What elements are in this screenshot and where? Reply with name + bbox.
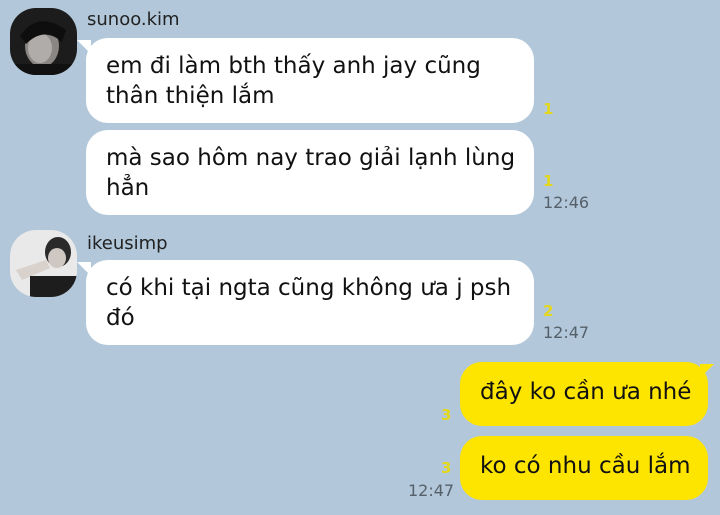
unread-count: 2 — [543, 302, 554, 320]
sunoo-avatar[interactable] — [10, 8, 77, 75]
ikeusimp-avatar[interactable] — [10, 230, 77, 297]
message-text: có khi tại ngta cũng không ưa j psh đó — [106, 275, 512, 331]
unread-count: 1 — [543, 100, 554, 118]
unread-count: 3 — [441, 459, 452, 477]
message-text: đây ko cần ưa nhé — [480, 379, 692, 405]
message-bubble[interactable]: đây ko cần ưa nhé — [460, 362, 708, 426]
sender-name: ikeusimp — [87, 233, 168, 254]
unread-count: 1 — [543, 172, 554, 190]
profile-photo-icon — [10, 230, 77, 297]
message-bubble[interactable]: ko có nhu cầu lắm — [460, 436, 708, 500]
message-bubble[interactable]: có khi tại ngta cũng không ưa j psh đó — [86, 260, 534, 345]
message-bubble[interactable]: mà sao hôm nay trao giải lạnh lùng hẳn — [86, 130, 534, 215]
profile-photo-icon — [10, 8, 77, 75]
unread-count: 3 — [441, 406, 452, 424]
bubble-tail — [700, 364, 714, 378]
message-bubble[interactable]: em đi làm bth thấy anh jay cũng thân thi… — [86, 38, 534, 123]
message-timestamp: 12:47 — [408, 481, 455, 500]
message-text: ko có nhu cầu lắm — [480, 453, 691, 479]
sender-name: sunoo.kim — [87, 9, 180, 30]
message-timestamp: 12:47 — [543, 323, 590, 342]
message-timestamp: 12:46 — [543, 193, 590, 212]
message-text: em đi làm bth thấy anh jay cũng thân thi… — [106, 53, 481, 109]
message-text: mà sao hôm nay trao giải lạnh lùng hẳn — [106, 145, 516, 201]
